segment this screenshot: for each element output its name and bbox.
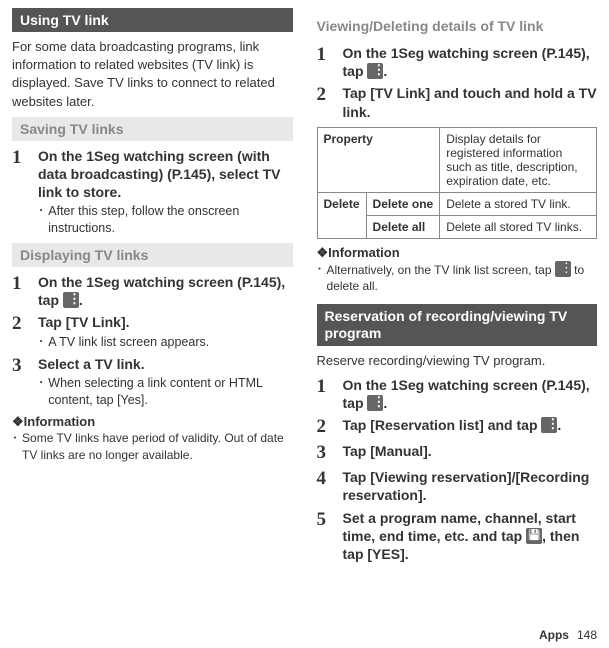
display-step-1: 1 On the 1Seg watching screen (P.145), t… xyxy=(12,273,293,309)
table-delete-one-desc: Delete a stored TV link. xyxy=(440,192,597,215)
information-bullet: Some TV links have period of validity. O… xyxy=(12,430,293,462)
display-step-2: 2 Tap [TV Link]. A TV link list screen a… xyxy=(12,313,293,350)
step-bullet: When selecting a link content or HTML co… xyxy=(38,375,293,409)
step-title: Set a program name, channel, start time,… xyxy=(343,509,598,564)
step-number: 2 xyxy=(317,416,343,438)
step-title: Tap [TV Link] and touch and hold a TV li… xyxy=(343,84,598,120)
table-delete-label: Delete xyxy=(317,192,366,238)
step-title: Tap [Viewing reservation]/[Recording res… xyxy=(343,468,598,504)
heading-view-delete: Viewing/Deleting details of TV link xyxy=(317,14,598,38)
menu-icon xyxy=(367,63,383,79)
step-number: 1 xyxy=(12,273,38,309)
table-property-desc: Display details for registered informati… xyxy=(440,127,597,192)
step-number: 2 xyxy=(12,313,38,350)
information-heading: ❖Information xyxy=(12,414,293,430)
information-bullet: Alternatively, on the TV link list scree… xyxy=(317,261,598,294)
table-delete-one-label: Delete one xyxy=(366,192,440,215)
display-step-3: 3 Select a TV link. When selecting a lin… xyxy=(12,355,293,409)
heading-saving-tv-links: Saving TV links xyxy=(12,117,293,141)
step-number: 3 xyxy=(12,355,38,409)
step-number: 1 xyxy=(12,147,38,237)
table-delete-all-label: Delete all xyxy=(366,215,440,238)
step-number: 5 xyxy=(317,509,343,564)
table-property-label: Property xyxy=(317,127,440,192)
step-bullet: After this step, follow the onscreen ins… xyxy=(38,203,293,237)
heading-reservation: Reservation of recording/viewing TV prog… xyxy=(317,304,598,346)
res-step-2: 2 Tap [Reservation list] and tap . xyxy=(317,416,598,438)
heading-using-tv-link: Using TV link xyxy=(12,8,293,32)
menu-icon xyxy=(63,292,79,308)
step-title: On the 1Seg watching screen (P.145), tap… xyxy=(38,273,293,309)
step-number: 2 xyxy=(317,84,343,120)
step-title: Tap [TV Link]. xyxy=(38,313,293,331)
step-number: 4 xyxy=(317,468,343,504)
res-step-3: 3 Tap [Manual]. xyxy=(317,442,598,464)
step-number: 1 xyxy=(317,44,343,80)
res-step-5: 5 Set a program name, channel, start tim… xyxy=(317,509,598,564)
save-icon xyxy=(526,528,542,544)
step-title: On the 1Seg watching screen (P.145), tap… xyxy=(343,376,598,412)
footer-section: Apps xyxy=(539,628,569,642)
page-number: 148 xyxy=(577,628,597,642)
step-number: 1 xyxy=(317,376,343,412)
view-step-2: 2 Tap [TV Link] and touch and hold a TV … xyxy=(317,84,598,120)
heading-displaying-tv-links: Displaying TV links xyxy=(12,243,293,267)
step-bullet: A TV link list screen appears. xyxy=(38,334,293,351)
step-title: Tap [Reservation list] and tap . xyxy=(343,416,598,434)
reservation-intro: Reserve recording/viewing TV program. xyxy=(317,352,598,370)
step-title: Tap [Manual]. xyxy=(343,442,598,460)
step-title: On the 1Seg watching screen (P.145), tap… xyxy=(343,44,598,80)
save-step-1: 1 On the 1Seg watching screen (with data… xyxy=(12,147,293,237)
res-step-4: 4 Tap [Viewing reservation]/[Recording r… xyxy=(317,468,598,504)
menu-icon xyxy=(555,261,571,277)
view-step-1: 1 On the 1Seg watching screen (P.145), t… xyxy=(317,44,598,80)
menu-icon xyxy=(367,395,383,411)
menu-icon xyxy=(541,417,557,433)
step-title: Select a TV link. xyxy=(38,355,293,373)
step-title: On the 1Seg watching screen (with data b… xyxy=(38,147,293,202)
context-menu-table: Property Display details for registered … xyxy=(317,127,598,239)
intro-text: For some data broadcasting programs, lin… xyxy=(12,38,293,111)
table-delete-all-desc: Delete all stored TV links. xyxy=(440,215,597,238)
information-heading: ❖Information xyxy=(317,245,598,261)
page-footer: Apps 148 xyxy=(539,628,597,642)
step-number: 3 xyxy=(317,442,343,464)
res-step-1: 1 On the 1Seg watching screen (P.145), t… xyxy=(317,376,598,412)
